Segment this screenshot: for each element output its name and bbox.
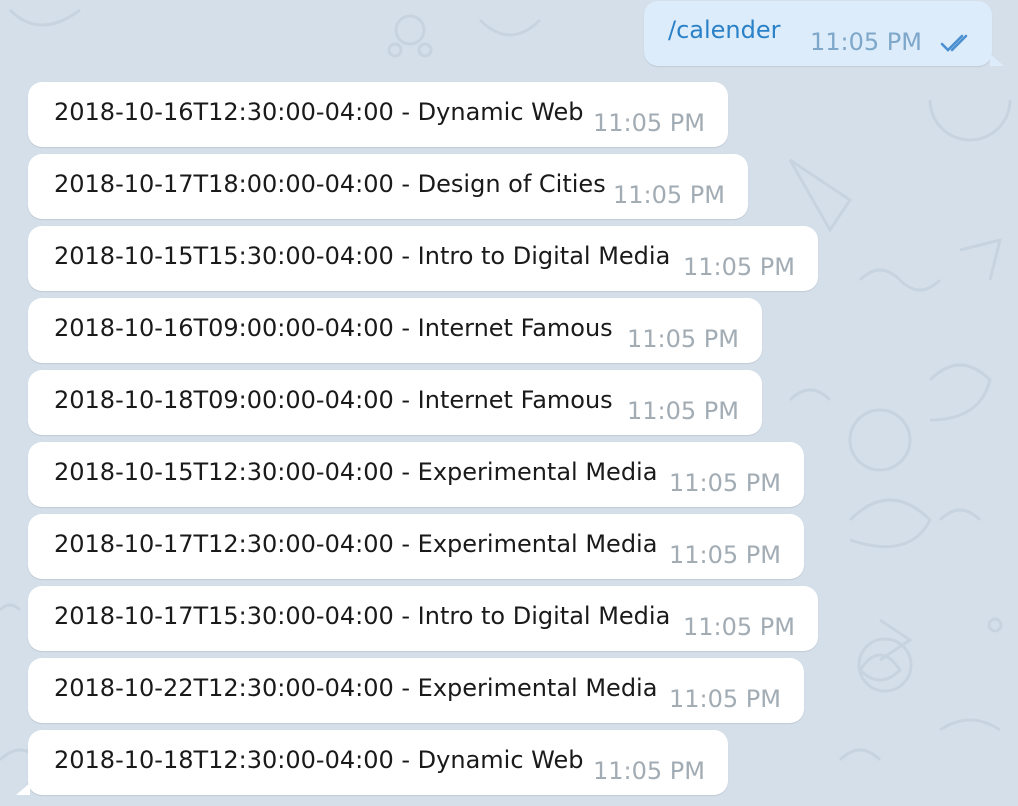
message-text: 2018-10-15T12:30:00-04:00 - Experimental… [54,458,658,486]
incoming-message-bubble[interactable]: 2018-10-16T09:00:00-04:00 - Internet Fam… [28,298,762,363]
message-text: 2018-10-17T18:00:00-04:00 - Design of Ci… [54,170,606,198]
message-text: 2018-10-15T15:30:00-04:00 - Intro to Dig… [54,242,671,270]
message-time: 11:05 PM [669,685,781,713]
message-time: 11:05 PM [669,469,781,497]
message-time: 11:05 PM [613,181,725,209]
message-time: 11:05 PM [627,397,739,425]
message-time: 11:05 PM [683,613,795,641]
message-text: 2018-10-17T15:30:00-04:00 - Intro to Dig… [54,602,671,630]
message-time: 11:05 PM [810,28,922,56]
message-time: 11:05 PM [669,541,781,569]
double-check-icon [940,34,968,52]
incoming-message-bubble[interactable]: 2018-10-22T12:30:00-04:00 - Experimental… [28,658,804,723]
calendar-command-text[interactable]: /calender [668,16,781,44]
message-text: 2018-10-22T12:30:00-04:00 - Experimental… [54,674,658,702]
message-time: 11:05 PM [627,325,739,353]
message-time: 11:05 PM [593,109,705,137]
message-text: 2018-10-16T09:00:00-04:00 - Internet Fam… [54,314,613,342]
message-time: 11:05 PM [683,253,795,281]
incoming-message-bubble[interactable]: 2018-10-18T09:00:00-04:00 - Internet Fam… [28,370,762,435]
message-text: 2018-10-16T12:30:00-04:00 - Dynamic Web [54,98,584,126]
outgoing-message-bubble[interactable]: /calender 11:05 PM [644,1,1004,66]
message-text: 2018-10-17T12:30:00-04:00 - Experimental… [54,530,658,558]
message-time: 11:05 PM [593,757,705,785]
incoming-message-bubble[interactable]: 2018-10-15T12:30:00-04:00 - Experimental… [28,442,804,507]
incoming-message-bubble[interactable]: 2018-10-18T12:30:00-04:00 - Dynamic Web … [16,730,728,795]
incoming-message-bubble[interactable]: 2018-10-17T12:30:00-04:00 - Experimental… [28,514,804,579]
incoming-message-bubble[interactable]: 2018-10-15T15:30:00-04:00 - Intro to Dig… [28,226,818,291]
incoming-message-bubble[interactable]: 2018-10-17T15:30:00-04:00 - Intro to Dig… [28,586,818,651]
message-text: 2018-10-18T09:00:00-04:00 - Internet Fam… [54,386,613,414]
message-text: 2018-10-18T12:30:00-04:00 - Dynamic Web [54,746,584,774]
incoming-message-bubble[interactable]: 2018-10-17T18:00:00-04:00 - Design of Ci… [28,154,748,219]
incoming-message-bubble[interactable]: 2018-10-16T12:30:00-04:00 - Dynamic Web … [28,82,728,147]
